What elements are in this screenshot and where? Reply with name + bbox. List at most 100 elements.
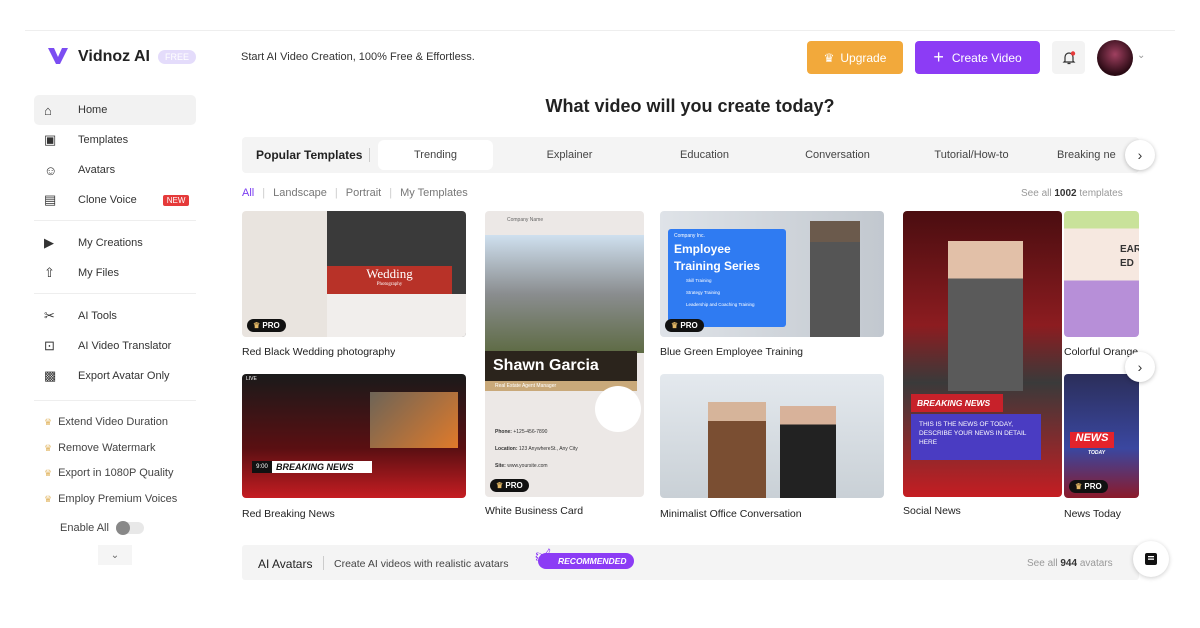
chevron-right-icon: › <box>1137 147 1143 163</box>
template-card-social-news[interactable]: BREAKING NEWS THIS IS THE NEWS OF TODAY,… <box>903 211 1062 497</box>
crown-icon: ♛ <box>44 493 53 504</box>
time-label: 9:00 <box>252 461 272 473</box>
templates-next-button[interactable]: › <box>1125 352 1155 382</box>
template-title[interactable]: Minimalist Office Conversation <box>660 508 802 520</box>
see-all-avatars-link[interactable]: See all 944 avatars <box>1027 558 1113 569</box>
tab-conversation[interactable]: Conversation <box>780 137 895 173</box>
sidebar-divider <box>34 400 196 401</box>
bell-icon <box>1062 50 1075 64</box>
creations-icon: ▶ <box>44 235 54 250</box>
filter-separator: | <box>389 187 393 199</box>
thumb-panel <box>327 294 466 337</box>
export-avatar-icon: ▩ <box>44 368 57 383</box>
crown-icon: ♛ <box>823 50 835 65</box>
sidebar-item-avatars[interactable]: ☺ Avatars <box>34 155 196 185</box>
tools-icon: ✂ <box>44 308 55 323</box>
sidebar-item-export-avatar-only[interactable]: ▩ Export Avatar Only <box>34 361 196 391</box>
sidebar-item-ai-video-translator[interactable]: ⊡ AI Video Translator <box>34 331 196 361</box>
sidebar-item-my-files[interactable]: ⇧ My Files <box>34 258 196 288</box>
enable-all-label: Enable All <box>60 522 109 534</box>
sidebar-item-ai-tools[interactable]: ✂ AI Tools <box>34 301 196 331</box>
upload-cloud-icon: ⇧ <box>44 265 55 280</box>
plus-icon: + <box>933 47 944 67</box>
expand-chevron-icon[interactable]: ⌄ <box>98 545 132 565</box>
page-title: What video will you create today? <box>545 96 835 116</box>
chevron-down-icon[interactable]: ⌄ <box>1137 50 1145 61</box>
perk-premium-voices[interactable]: ♛ Employ Premium Voices <box>44 493 177 505</box>
pro-badge: ♛ PRO <box>665 319 704 332</box>
sidebar-item-label: Templates <box>78 134 129 146</box>
sidebar-item-templates[interactable]: ▣ Templates <box>34 125 196 155</box>
thumb-company: Company Name <box>507 217 544 223</box>
template-title[interactable]: News Today <box>1064 508 1121 520</box>
filter-my-templates[interactable]: My Templates <box>400 187 468 199</box>
thumb-house-image <box>485 235 644 353</box>
filter-portrait[interactable]: Portrait <box>346 187 381 199</box>
tagline: Start AI Video Creation, 100% Free & Eff… <box>241 51 475 63</box>
user-avatar[interactable] <box>1097 40 1133 76</box>
tabs-next-button[interactable]: › <box>1125 140 1155 170</box>
avatar-icon: ☺ <box>44 162 58 178</box>
filter-landscape[interactable]: Landscape <box>273 187 327 199</box>
crown-icon: ♛ <box>44 467 53 478</box>
tab-trending[interactable]: Trending <box>378 140 493 170</box>
thumb-headline: Wedding Photography <box>327 266 452 294</box>
sidebar-item-label: Clone Voice <box>78 194 137 206</box>
template-card-red-breaking-news[interactable]: LIVE 9:00 BREAKING NEWS <box>242 374 466 498</box>
crown-icon: ♛ <box>44 442 53 453</box>
upgrade-button[interactable]: ♛ Upgrade <box>807 41 903 74</box>
template-card-office-conversation[interactable] <box>660 374 884 498</box>
free-badge: FREE <box>158 50 197 64</box>
template-title[interactable]: Social News <box>903 505 961 517</box>
sidebar-item-my-creations[interactable]: ▶ My Creations <box>34 228 196 258</box>
sidebar-item-label: Export Avatar Only <box>78 370 170 382</box>
see-all-suffix: templates <box>1079 188 1123 199</box>
see-all-prefix: See all <box>1027 558 1058 569</box>
tab-breaking-news[interactable]: Breaking ne <box>1057 137 1127 173</box>
live-label: LIVE <box>246 376 257 382</box>
upgrade-label: Upgrade <box>840 50 887 65</box>
message-icon <box>1145 553 1157 565</box>
create-video-label: Create Video <box>951 50 1022 65</box>
template-card-news-today[interactable]: NEWS TODAY ♛ PRO <box>1064 374 1139 498</box>
template-title[interactable]: Blue Green Employee Training <box>660 346 803 358</box>
tab-education[interactable]: Education <box>647 137 762 173</box>
template-card-business-card[interactable]: Company Name Shawn Garcia Real Estate Ag… <box>485 211 644 497</box>
perk-label: Export in 1080P Quality <box>58 467 174 479</box>
top-border <box>25 30 1175 31</box>
template-card-wedding[interactable]: Wedding Photography ♛ PRO <box>242 211 466 337</box>
sidebar-divider <box>34 293 196 294</box>
popular-templates-label: Popular Templates <box>256 148 363 162</box>
create-video-button[interactable]: + Create Video <box>915 41 1040 74</box>
enable-all-toggle[interactable] <box>116 521 144 535</box>
perk-extend-duration[interactable]: ♛ Extend Video Duration <box>44 416 168 428</box>
tab-explainer[interactable]: Explainer <box>512 137 627 173</box>
sidebar-item-clone-voice[interactable]: ▤ Clone Voice NEW <box>34 185 196 215</box>
see-all-templates-link[interactable]: See all 1002 templates <box>1021 188 1123 199</box>
perk-remove-watermark[interactable]: ♛ Remove Watermark <box>44 442 155 454</box>
feedback-button[interactable] <box>1133 541 1169 577</box>
filter-all[interactable]: All <box>242 187 254 199</box>
notifications-button[interactable] <box>1052 41 1085 74</box>
perk-label: Employ Premium Voices <box>58 493 178 505</box>
template-title[interactable]: Red Breaking News <box>242 508 335 520</box>
template-title[interactable]: White Business Card <box>485 505 583 517</box>
perk-label: Remove Watermark <box>58 442 156 454</box>
ai-avatars-description: Create AI videos with realistic avatars <box>334 558 509 570</box>
tab-tutorial[interactable]: Tutorial/How-to <box>914 137 1029 173</box>
template-card-colorful-orange[interactable]: EAR ED <box>1064 211 1139 337</box>
sidebar-item-label: My Creations <box>78 237 143 249</box>
thumb-inset-image <box>370 392 458 448</box>
chevron-right-icon: › <box>1137 359 1143 375</box>
vidnoz-logo-icon <box>48 48 68 64</box>
perk-export-1080p[interactable]: ♛ Export in 1080P Quality <box>44 467 173 479</box>
thumb-presenter-woman <box>780 406 836 498</box>
tab-separator <box>369 148 370 162</box>
pro-badge: ♛ PRO <box>490 479 529 492</box>
template-title[interactable]: Red Black Wedding photography <box>242 346 395 358</box>
crown-icon: ♛ <box>44 416 53 427</box>
template-card-employee-training[interactable]: Company Inc. Employee Training Series Sk… <box>660 211 884 337</box>
thumb-headline: BREAKING NEWS <box>911 394 1003 412</box>
avatars-separator <box>323 556 324 570</box>
pro-badge: ♛ PRO <box>1069 480 1108 493</box>
